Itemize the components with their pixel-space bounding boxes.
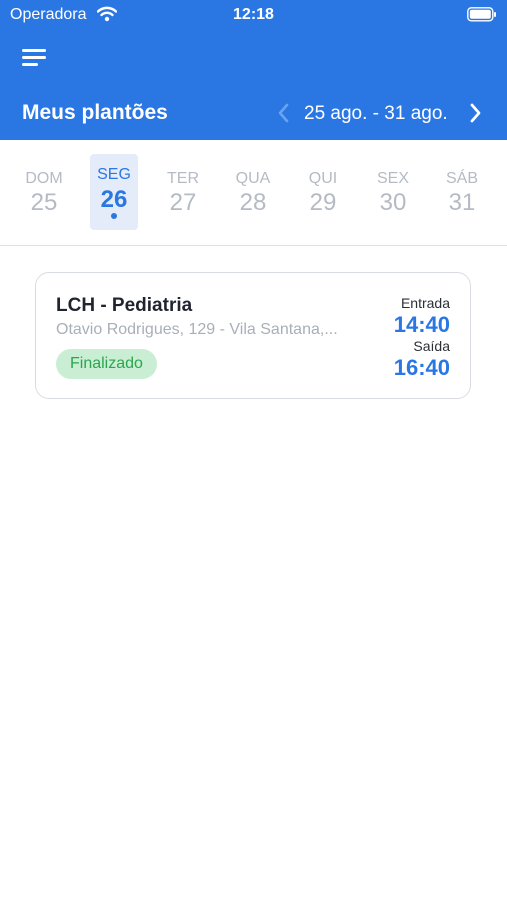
day-mon[interactable]: SEG 26 [90,154,138,230]
entry-time: 14:40 [393,312,450,337]
day-name: QUI [308,170,338,187]
day-name: SÁB [445,170,478,187]
day-number: 29 [309,189,337,216]
day-number: 26 [100,186,128,213]
day-wed[interactable]: QUA 28 [229,154,277,230]
status-bar: Operadora 12:18 [0,0,507,30]
day-sun[interactable]: DOM 25 [20,154,68,230]
day-name: QUA [235,170,271,187]
day-thu[interactable]: QUI 29 [299,154,347,230]
day-number: 27 [169,189,197,216]
chevron-left-icon[interactable] [275,102,291,124]
menu-button[interactable] [22,46,50,68]
chevron-right-icon[interactable] [468,102,484,124]
exit-label: Saída [413,338,450,354]
status-time: 12:18 [233,6,274,23]
day-number: 28 [239,189,267,216]
exit-time: 16:40 [393,355,450,380]
status-badge: Finalizado [56,349,157,379]
event-indicator-dot [111,213,117,219]
day-number: 31 [448,189,476,216]
day-tue[interactable]: TER 27 [159,154,207,230]
battery-icon [467,7,496,22]
day-number: 25 [30,189,58,216]
shift-title: LCH - Pediatria [56,295,193,316]
week-selector: DOM 25 SEG 26 TER 27 QUA 28 QUI 29 SEX 3… [0,140,507,246]
day-number: 30 [379,189,407,216]
shift-address: Otavio Rodrigues, 129 - Vila Santana,... [56,321,338,338]
day-name: SEX [376,170,409,187]
app-header: Operadora 12:18 Meus plantões 25 ago. - … [0,0,507,140]
page-title: Meus plantões [22,101,168,124]
entry-label: Entrada [400,295,450,311]
day-sat[interactable]: SÁB 31 [438,154,486,230]
hamburger-menu-icon [22,49,46,52]
date-range: 25 ago. - 31 ago. [304,103,448,124]
day-fri[interactable]: SEX 30 [369,154,417,230]
day-name: TER [167,170,199,187]
shift-card[interactable]: LCH - Pediatria Otavio Rodrigues, 129 - … [35,272,471,399]
day-name: DOM [25,170,63,187]
day-name: SEG [97,166,131,183]
